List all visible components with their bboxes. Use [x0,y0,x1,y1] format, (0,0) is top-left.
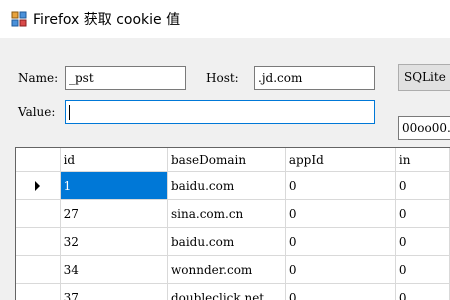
host-input[interactable]: .jd.com [254,66,375,90]
title-bar[interactable]: Firefox 获取 cookie 值 [0,0,450,38]
cell-id[interactable]: 34 [60,255,169,284]
table-row[interactable]: 27 sina.com.cn 0 0 [16,199,450,228]
cell-basedomain[interactable]: baidu.com [167,227,286,256]
cell-id[interactable]: 32 [60,227,169,256]
table-row[interactable]: 32 baidu.com 0 0 [16,227,450,256]
row-header[interactable] [16,227,61,256]
cell-basedomain[interactable]: doubleclick.net [167,283,286,300]
text-caret [69,105,70,120]
app-icon [11,11,27,27]
cell-id[interactable]: 37 [60,283,169,300]
cell-in[interactable]: 0 [395,255,450,284]
value-label: Value: [18,105,56,119]
app-window: Firefox 获取 cookie 值 Name: _pst Host: .jd… [0,0,450,300]
name-input[interactable]: _pst [65,66,186,90]
cell-in[interactable]: 0 [395,283,450,300]
cell-id[interactable]: 1 [60,171,169,200]
cell-id[interactable]: 27 [60,199,169,228]
row-header[interactable] [16,199,61,228]
cell-appid[interactable]: 0 [285,283,396,300]
cell-appid[interactable]: 0 [285,199,396,228]
column-header-basedomain[interactable]: baseDomain [167,148,286,172]
row-header[interactable] [16,283,61,300]
host-label: Host: [206,71,239,85]
table-row[interactable]: 1 baidu.com 0 0 [16,171,450,200]
path-input[interactable]: 00oo00. [398,116,450,140]
value-input[interactable] [65,100,375,124]
corner-header[interactable] [16,148,61,172]
cell-basedomain[interactable]: baidu.com [167,171,286,200]
cell-in[interactable]: 0 [395,171,450,200]
table-row[interactable]: 37 doubleclick.net 0 0 [16,283,450,300]
name-label: Name: [18,71,59,85]
table-header-row: id baseDomain appId in [16,148,450,172]
cell-basedomain[interactable]: sina.com.cn [167,199,286,228]
cookie-data-grid[interactable]: id baseDomain appId in 1 baidu.com 0 0 2… [15,147,450,300]
window-title: Firefox 获取 cookie 值 [33,12,181,28]
column-header-in[interactable]: in [395,148,450,172]
row-pointer-arrow-icon [35,181,41,191]
column-header-id[interactable]: id [60,148,169,172]
column-header-appid[interactable]: appId [285,148,396,172]
cell-in[interactable]: 0 [395,227,450,256]
cell-appid[interactable]: 0 [285,255,396,284]
cell-appid[interactable]: 0 [285,227,396,256]
row-header[interactable] [16,171,61,200]
cookie-table: id baseDomain appId in 1 baidu.com 0 0 2… [16,148,450,300]
cell-basedomain[interactable]: wonnder.com [167,255,286,284]
cell-in[interactable]: 0 [395,199,450,228]
sqlite-button[interactable]: SQLite [398,64,450,91]
table-row[interactable]: 34 wonnder.com 0 0 [16,255,450,284]
cell-appid[interactable]: 0 [285,171,396,200]
row-header[interactable] [16,255,61,284]
